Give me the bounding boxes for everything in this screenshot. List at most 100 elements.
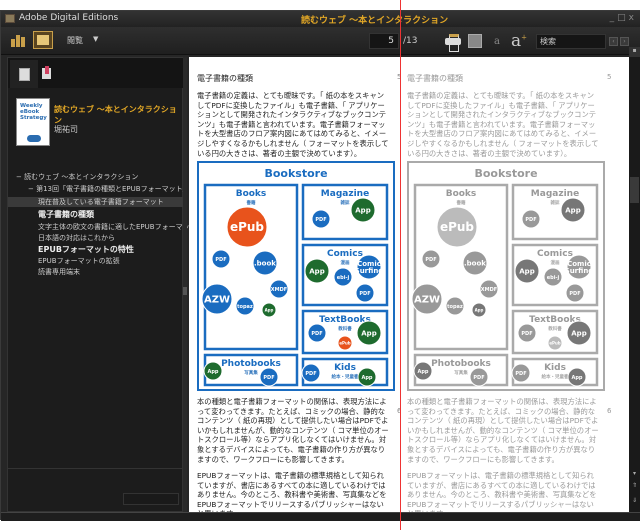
section-name: Photobooks — [431, 359, 491, 369]
format-label: PDF — [215, 257, 226, 263]
toc-item[interactable]: − 第13回「電子書籍の種類とEPUBフォーマット」 — [28, 184, 190, 194]
format-label: AZW — [204, 295, 230, 306]
scrollbar-thumb[interactable] — [630, 177, 639, 203]
format-label: Surfing — [565, 267, 594, 275]
scroll-top-icon[interactable]: ▪ — [629, 47, 640, 57]
page-left: 電子書籍の種類 5 電子書籍の定義は、とても曖昧です。「 紙の本をスキャンしてP… — [197, 57, 407, 518]
plus-icon: + — [521, 33, 528, 42]
page-up-icon[interactable]: ⇑ — [631, 482, 638, 489]
format-label: PDF — [515, 371, 526, 377]
format-label: App — [571, 375, 582, 381]
paragraph: 電子書籍の定義は、とても曖昧です。「 紙の本をスキャンしてPDFに変換したファイ… — [407, 91, 599, 158]
section-heading: 電子書籍の種類 — [197, 74, 253, 83]
book-cover: Weekly eBook Strategy — [16, 98, 50, 146]
format-label: App — [475, 307, 484, 312]
format-label: PDF — [311, 331, 322, 337]
format-label: XMDF — [481, 287, 497, 293]
toc-item[interactable]: 電子書籍の種類 — [38, 209, 94, 220]
close-icon[interactable]: x — [629, 13, 637, 23]
section-name: Photobooks — [221, 359, 281, 369]
format-label: PDF — [315, 217, 326, 223]
reading-pane: 電子書籍の種類 5 電子書籍の定義は、とても曖昧です。「 紙の本をスキャンしてP… — [189, 57, 629, 518]
toc-item[interactable]: 日本語の対応はこれから — [38, 233, 115, 243]
section-sub: 絵本・児童書 — [542, 373, 569, 380]
app-icon — [5, 14, 15, 23]
book-fit-icon[interactable] — [468, 34, 482, 48]
collapse-icon[interactable]: − — [16, 173, 24, 181]
format-label: PDF — [525, 217, 536, 223]
sidebar-dropdown[interactable] — [123, 493, 179, 505]
paragraph: 本の種類と電子書籍フォーマットの関係は、表現方法によって変わってきます。たとえば… — [407, 397, 599, 464]
panel-splitter[interactable] — [183, 57, 187, 512]
window-controls[interactable]: _□x — [610, 13, 637, 23]
bookmark-tab-icon[interactable] — [42, 66, 51, 79]
section-name: Books — [446, 189, 477, 199]
search-next-icon[interactable]: › — [620, 37, 629, 46]
book-author: 堀祐司 — [54, 125, 78, 134]
toc-item[interactable]: 現在普及している電子書籍フォーマット — [8, 197, 184, 207]
format-label: AZW — [414, 295, 440, 306]
search-input[interactable]: 検索 — [536, 34, 606, 49]
page-down-icon[interactable]: ⇓ — [631, 497, 638, 504]
format-label: App — [309, 267, 324, 275]
section-sub: 雑誌 — [340, 199, 350, 206]
page-number: 6 — [607, 407, 612, 415]
format-label: App — [361, 375, 372, 381]
toc-item[interactable]: − 読むウェブ 〜本とインタラクション — [16, 172, 138, 182]
toc-item[interactable]: 読書専用端末 — [38, 267, 80, 277]
view-menu-label[interactable]: 閲覧 — [67, 35, 83, 46]
section-name: Books — [236, 189, 267, 199]
toc-item[interactable]: EPUBフォーマットの拡張 — [38, 256, 120, 266]
guide-line — [400, 0, 401, 530]
format-label: ePub — [440, 220, 474, 234]
format-label: topaz — [237, 304, 253, 310]
format-label: App — [571, 329, 586, 337]
page-number-input[interactable]: 5 — [369, 33, 399, 49]
section-sub: 雑誌 — [550, 199, 560, 206]
format-label: PDF — [359, 291, 370, 297]
print-icon[interactable] — [445, 34, 461, 52]
format-label: PDF — [305, 371, 316, 377]
page-total: /13 — [403, 36, 418, 46]
chevron-down-icon[interactable]: ▼ — [93, 35, 98, 43]
splitter-grip[interactable] — [183, 287, 187, 295]
diagram-svg: Bookstore Books書籍 ePub PDF .book AZW XMDF topaz… — [411, 167, 599, 387]
section-sub: 書籍 — [247, 199, 256, 206]
section-sub: 教科書 — [337, 325, 352, 332]
section-name: Kids — [334, 363, 356, 373]
format-label: topaz — [447, 304, 463, 310]
title-bar: Adobe Digital Editions 読むウェブ 〜本とインタラクション… — [1, 11, 640, 27]
vertical-scrollbar[interactable]: ▾ ⇑ ⇓ — [629, 57, 640, 512]
toc-item-label: EPUBフォーマットの拡張 — [38, 257, 120, 265]
document-title: 読むウェブ 〜本とインタラクション — [301, 16, 449, 26]
paragraph: 電子書籍の定義は、とても曖昧です。「 紙の本をスキャンしてPDFに変換したファイ… — [197, 91, 389, 158]
sidebar-tabs — [8, 58, 184, 88]
page-right: 電子書籍の種類 5 電子書籍の定義は、とても曖昧です。「 紙の本をスキャンしてP… — [407, 57, 617, 518]
scroll-down-icon[interactable]: ▾ — [631, 470, 638, 477]
toc-tab-icon[interactable] — [10, 60, 38, 88]
search-prev-icon[interactable]: ‹ — [609, 37, 618, 46]
collapse-icon[interactable]: − — [28, 185, 36, 193]
app-window: Adobe Digital Editions 読むウェブ 〜本とインタラクション… — [0, 10, 640, 521]
toc-item-label: 読書専用端末 — [38, 268, 80, 276]
font-decrease-button[interactable]: a — [494, 36, 500, 47]
maximize-icon[interactable]: □ — [617, 13, 629, 23]
toc-item[interactable]: EPUBフォーマットの特性 — [38, 244, 134, 255]
section-sub: 写真集 — [244, 369, 258, 376]
format-label: App — [355, 206, 370, 214]
book-title: 読むウェブ 〜本とインタラクション — [54, 105, 177, 125]
diagram-svg: Bookstore Books書籍 ePub PDF .book AZW XMDF topaz… — [201, 167, 389, 387]
format-label: ePub — [339, 340, 350, 345]
toc-item[interactable]: 文字主体の欧文の書籍に適したEPUBフォーマット — [38, 222, 197, 232]
format-label: PDF — [425, 257, 436, 263]
reading-view-icon[interactable] — [33, 31, 53, 49]
section-name: Magazine — [531, 189, 579, 199]
font-increase-button[interactable]: a+ — [511, 31, 527, 51]
font-large-label: a — [511, 31, 522, 51]
section-sub: 漫画 — [341, 259, 350, 266]
section-sub: 書籍 — [457, 199, 466, 206]
toolbar: 閲覧 ▼ 5 /13 a a+ 検索 ‹ › — [1, 27, 640, 55]
library-icon[interactable] — [11, 33, 27, 47]
format-label: .book — [464, 259, 486, 267]
paragraph: 本の種類と電子書籍フォーマットの関係は、表現方法によって変わってきます。たとえば… — [197, 397, 389, 464]
